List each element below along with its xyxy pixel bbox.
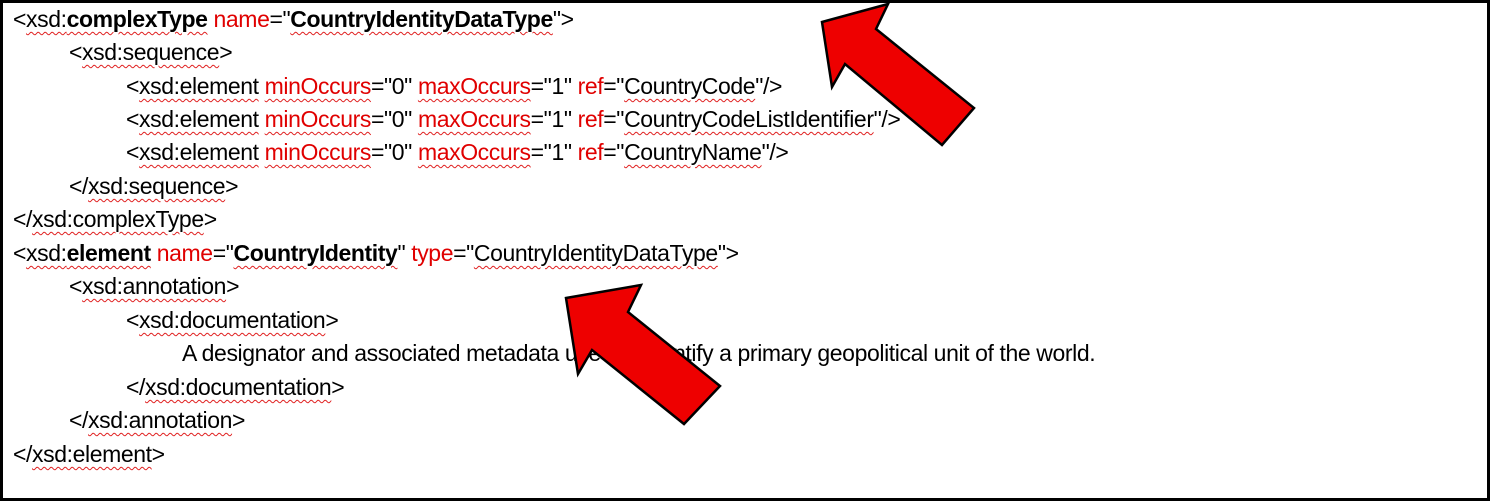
red-arrow-icon [820, 2, 976, 147]
red-arrow-icon [564, 283, 722, 426]
annotation-arrows [564, 2, 976, 426]
